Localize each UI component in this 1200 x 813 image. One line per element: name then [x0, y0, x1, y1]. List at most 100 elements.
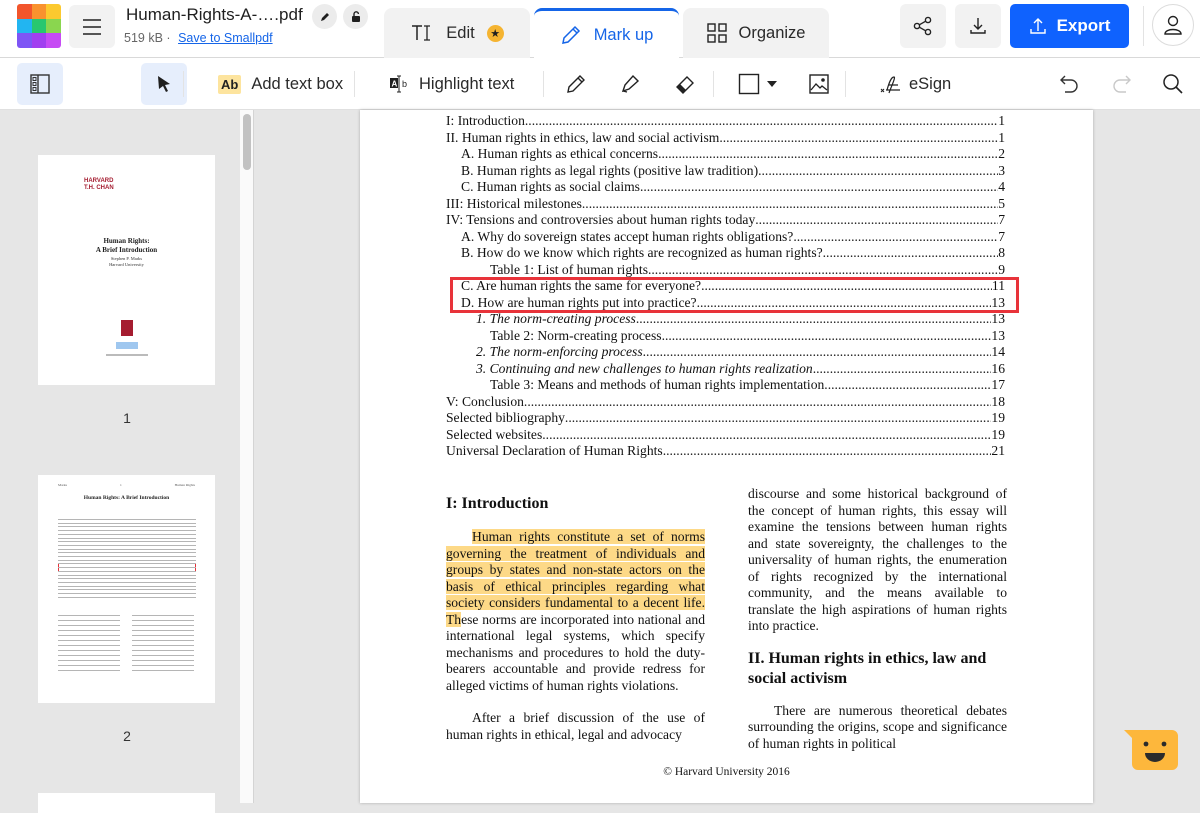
toc-entry[interactable]: 1. The norm-creating process 13: [446, 311, 1005, 328]
toc-entry[interactable]: Table 1: List of human rights 9: [446, 262, 1005, 279]
toc-entry-page: 19: [991, 410, 1005, 425]
toc-entry[interactable]: III: Historical milestones 5: [446, 196, 1005, 213]
toc-entry[interactable]: V: Conclusion 18: [446, 394, 1005, 411]
toc-leader-dots: [525, 113, 998, 130]
undo-button[interactable]: [1058, 63, 1080, 105]
support-chat-button[interactable]: [1124, 728, 1180, 772]
markup-toolbar: Ab Add text box Ab Highlight text eSign: [0, 58, 1200, 110]
toc-entry[interactable]: IV: Tensions and controversies about hum…: [446, 212, 1005, 229]
toc-entry[interactable]: 3. Continuing and new challenges to huma…: [446, 361, 1005, 378]
toc-entry[interactable]: A. Human rights as ethical concerns 2: [446, 146, 1005, 163]
rename-button[interactable]: [312, 4, 337, 29]
add-text-box-tool[interactable]: Ab Add text box: [218, 63, 343, 105]
tab-edit-label: Edit: [446, 23, 475, 42]
thumb-text-line: [58, 655, 120, 656]
highlight-text-label: Highlight text: [419, 74, 515, 93]
toc-entry[interactable]: A. Why do sovereign states accept human …: [446, 229, 1005, 246]
thumb-text-line: [132, 625, 194, 626]
insert-image-tool[interactable]: [808, 63, 830, 105]
thumb-text-line: [132, 635, 194, 636]
search-button[interactable]: [1162, 63, 1184, 105]
thumb-text-line: [132, 615, 194, 616]
logo-text: T.H. CHAN: [84, 185, 114, 191]
scrollbar-thumb[interactable]: [243, 114, 251, 170]
pen-tool[interactable]: [565, 63, 587, 105]
save-to-smallpdf-link[interactable]: Save to Smallpdf: [178, 31, 273, 45]
thumb-text-line: [132, 640, 194, 641]
tab-edit[interactable]: Edit ★: [384, 8, 530, 58]
svg-text:A: A: [392, 80, 398, 89]
shape-tool[interactable]: [738, 63, 778, 105]
page-thumbnail-3[interactable]: [38, 793, 215, 813]
tab-organize[interactable]: Organize: [683, 8, 829, 58]
thumb-title: Human Rights: A Brief Introduction: [83, 495, 170, 501]
toc-entry-label: B. How do we know which rights are recog…: [461, 245, 823, 260]
pdf-page[interactable]: I: Introduction 1 II. Human rights in ethi…: [360, 110, 1093, 803]
esign-tool[interactable]: eSign: [879, 63, 951, 105]
thumb-text-line: [58, 519, 196, 520]
toc-entry[interactable]: B. How do we know which rights are recog…: [446, 245, 1005, 262]
highlight-text-tool[interactable]: Ab Highlight text: [389, 63, 514, 105]
page-thumbnail-1[interactable]: HARVARD T.H. CHAN Human Rights: A Brief …: [38, 155, 215, 385]
paragraph: After a brief discussion of the use of h…: [446, 710, 705, 742]
share-button[interactable]: [900, 4, 946, 48]
select-tool[interactable]: [141, 63, 187, 105]
toc-entry[interactable]: B. Human rights as legal rights (positiv…: [446, 163, 1005, 180]
eraser-tool[interactable]: [674, 63, 696, 105]
toc-entry[interactable]: Universal Declaration of Human Rights 21: [446, 443, 1005, 460]
toc-leader-dots: [565, 410, 991, 427]
toc-entry-label: II. Human rights in ethics, law and soci…: [446, 129, 720, 145]
toc-entry-page: 8: [998, 245, 1005, 260]
thumbnail-page-number: 2: [123, 728, 131, 744]
thumb-header: Marks: [58, 483, 67, 487]
thumb-text-line: [58, 570, 196, 572]
smiley-chat-icon: [1124, 730, 1178, 770]
toc-entry-label: Table 1: List of human rights: [490, 261, 648, 277]
thumb-header: Human Rights: [174, 483, 195, 487]
account-button[interactable]: [1152, 4, 1194, 46]
toc-entry-page: 19: [991, 426, 1005, 442]
chevron-down-icon[interactable]: [766, 80, 778, 88]
toc-entry-label: V: Conclusion: [446, 393, 524, 409]
toggle-sidebar-button[interactable]: [17, 63, 63, 105]
thumbnails-scrollbar[interactable]: [240, 110, 254, 803]
toc-entry[interactable]: C. Human rights as social claims 4: [446, 179, 1005, 196]
toc-entry[interactable]: Table 2: Norm-creating process 13: [446, 328, 1005, 345]
tab-organize-label: Organize: [738, 23, 806, 42]
thumbnail-page-number: 1: [123, 410, 131, 426]
toc-entry[interactable]: 2. The norm-enforcing process 14: [446, 344, 1005, 361]
download-button[interactable]: [955, 4, 1001, 48]
toc-leader-dots: [582, 196, 998, 213]
thumb-text-line: [58, 544, 196, 546]
toc-entry[interactable]: II. Human rights in ethics, law and soci…: [446, 130, 1005, 147]
toc-leader-dots: [758, 163, 998, 180]
export-button[interactable]: Export: [1010, 4, 1129, 48]
toc-entry-page: 1: [998, 129, 1005, 145]
highlighter-tool[interactable]: [619, 63, 641, 105]
fxb-logo: [116, 342, 138, 349]
export-label: Export: [1056, 16, 1111, 35]
toc-entry[interactable]: C. Are human rights the same for everyon…: [446, 278, 1005, 295]
page-thumbnail-2[interactable]: Marks 1 Human Rights Human Rights: A Bri…: [38, 475, 215, 703]
toc-entry-label: A. Why do sovereign states accept human …: [461, 228, 794, 244]
main-menu-button[interactable]: [69, 5, 115, 48]
upload-icon: [1029, 18, 1046, 34]
toc-entry-page: 2: [998, 146, 1005, 161]
lock-button[interactable]: [343, 4, 368, 29]
thumb-text-line: [58, 548, 196, 550]
toc-entry[interactable]: Selected websites 19: [446, 427, 1005, 444]
toc-entry[interactable]: D. How are human rights put into practic…: [446, 295, 1005, 312]
toc-entry-label: 2. The norm-enforcing process: [476, 344, 643, 359]
divider: [543, 71, 544, 97]
toc-entry[interactable]: I: Introduction 1: [446, 113, 1005, 130]
tab-mark-up[interactable]: Mark up: [534, 8, 679, 59]
toc-entry[interactable]: Table 3: Means and methods of human righ…: [446, 377, 1005, 394]
smallpdf-logo[interactable]: [17, 4, 61, 48]
redo-button[interactable]: [1111, 63, 1133, 105]
thumb-text-line: [58, 530, 196, 532]
toc-entry[interactable]: Selected bibliography 19: [446, 410, 1005, 427]
highlighter-icon: [621, 74, 640, 93]
harvard-logo: HARVARD T.H. CHAN: [84, 178, 114, 192]
toc-leader-dots: [648, 262, 998, 279]
file-name[interactable]: Human-Rights-A-….pdf: [126, 5, 303, 25]
